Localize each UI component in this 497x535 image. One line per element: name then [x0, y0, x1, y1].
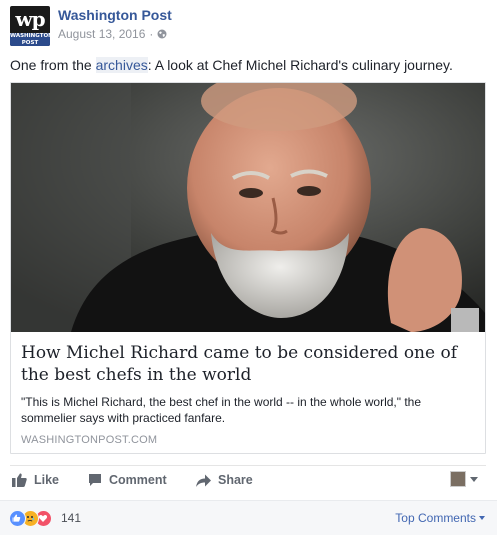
article-description: "This is Michel Richard, the best chef i… [21, 395, 422, 425]
reaction-icons[interactable] [9, 510, 52, 527]
share-button[interactable]: Share [196, 473, 253, 487]
comment-sort-label: Top Comments [395, 511, 476, 525]
chevron-down-icon [470, 476, 478, 482]
thumbs-up-icon [12, 473, 27, 487]
share-arrow-icon [196, 474, 211, 487]
viewer-avatar [450, 471, 466, 487]
meta-separator: · [149, 27, 154, 41]
like-label: Like [34, 473, 60, 487]
post-text-after: : A look at Chef Michel Richard's culina… [147, 57, 453, 73]
facebook-post: wp WASHINGTON POST Washington Post Augus… [0, 0, 497, 535]
post-message: One from the archives: A look at Chef Mi… [10, 56, 453, 74]
like-button[interactable]: Like [12, 473, 59, 487]
link-preview-card[interactable]: How Michel Richard came to be considered… [10, 82, 486, 454]
archives-link[interactable]: archives [95, 57, 148, 73]
like-icon [9, 510, 26, 527]
reaction-count[interactable]: 141 [61, 511, 81, 525]
post-date[interactable]: August 13, 2016 [58, 27, 145, 41]
page-avatar[interactable]: wp WASHINGTON POST [10, 6, 50, 46]
comment-button[interactable]: Comment [88, 473, 167, 487]
card-body[interactable]: How Michel Richard came to be considered… [11, 332, 485, 453]
comment-label: Comment [109, 473, 167, 487]
post-text-before: One from the [10, 57, 96, 73]
wp-logo-subtext: WASHINGTON POST [10, 33, 50, 46]
comment-icon [89, 474, 101, 486]
globe-icon[interactable] [157, 29, 167, 39]
article-image[interactable] [11, 83, 485, 332]
wp-logo: wp [15, 7, 45, 31]
caret-down-icon [479, 516, 485, 520]
post-header: wp WASHINGTON POST Washington Post Augus… [10, 6, 480, 46]
post-meta: August 13, 2016 · [58, 27, 167, 41]
post-actions: Like Comment Share [10, 465, 486, 495]
reactions-bar: 141 Top Comments [0, 500, 497, 535]
article-domain: WASHINGTONPOST.COM [21, 434, 158, 446]
share-label: Share [218, 473, 253, 487]
comment-sort-dropdown[interactable]: Top Comments [395, 511, 485, 525]
page-name-link[interactable]: Washington Post [58, 7, 172, 23]
article-title[interactable]: How Michel Richard came to be considered… [21, 342, 471, 386]
post-as-selector[interactable] [450, 471, 478, 487]
chef-portrait-image [11, 83, 485, 332]
